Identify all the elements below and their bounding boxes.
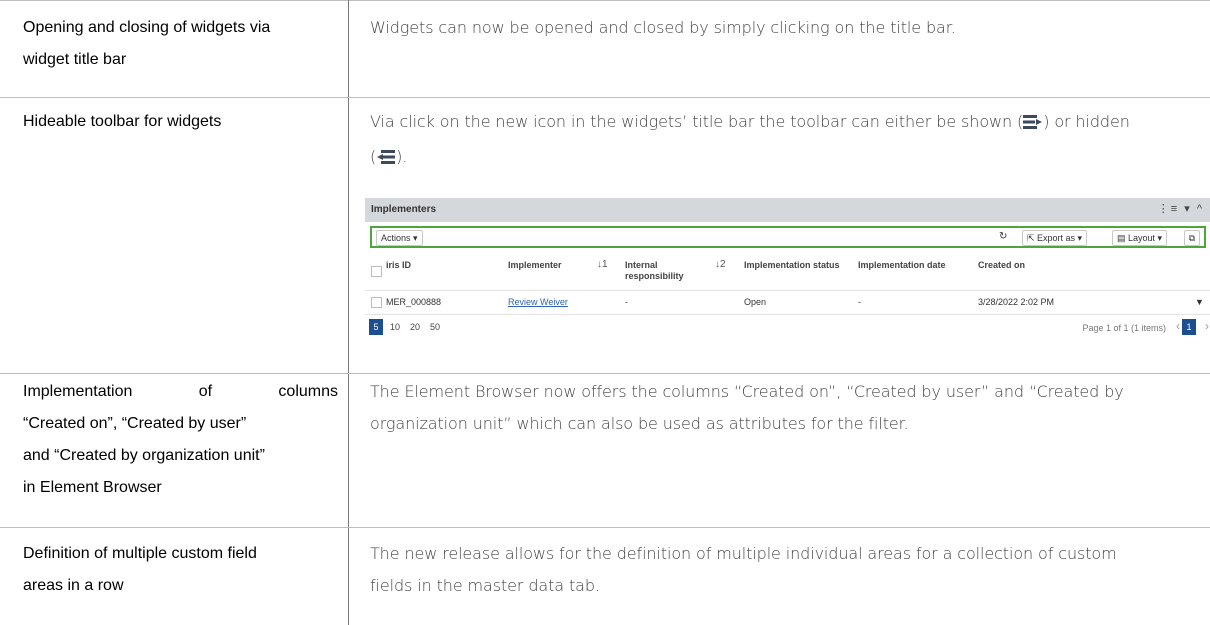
column-header[interactable]: Implementer — [508, 260, 562, 271]
column-header-line: responsibility — [625, 271, 684, 281]
page-size-option[interactable]: 20 — [410, 322, 420, 332]
prev-page-button[interactable]: ‹ — [1176, 319, 1180, 333]
cell-iris-id: MER_000888 — [386, 297, 442, 307]
feature-name-line: Opening and closing of widgets via — [23, 19, 271, 36]
actions-dropdown[interactable]: Actions ▾ — [376, 230, 423, 246]
description-text: Via click on the new icon in the widgets… — [370, 112, 1024, 131]
feature-name-line: in Element Browser — [23, 479, 162, 496]
current-page-button[interactable]: 1 — [1182, 319, 1196, 335]
feature-description: Widgets can now be opened and closed by … — [370, 12, 1205, 44]
feature-name-line: widget title bar — [23, 51, 127, 68]
feature-name: Opening and closing of widgets via widge… — [23, 12, 338, 76]
toolbar-hide-icon — [376, 144, 396, 176]
copy-icon[interactable]: ⧉ — [1184, 230, 1200, 246]
description-text: ). — [396, 147, 408, 166]
row-checkbox[interactable] — [371, 297, 382, 308]
feature-name-word: columns — [278, 383, 338, 400]
feature-name: Implementation of columns “Created on”, … — [23, 376, 338, 504]
sort-marker: ↓2 — [715, 259, 726, 270]
feature-name-line: Definition of multiple custom field — [23, 545, 257, 562]
page-size-option[interactable]: 5 — [369, 319, 383, 335]
column-header[interactable]: Internal responsibility — [625, 260, 684, 282]
widget-title-icons[interactable]: ⋮≡ ▾ ^ — [1158, 202, 1204, 215]
description-line: Widgets can now be opened and closed by … — [370, 18, 956, 37]
description-text: ) or hidden — [1043, 112, 1130, 131]
page-size-option[interactable]: 10 — [390, 322, 400, 332]
row-menu-icon[interactable]: ▼ — [1195, 297, 1204, 307]
feature-name: Hideable toolbar for widgets — [23, 106, 338, 138]
select-all-checkbox[interactable] — [371, 266, 382, 277]
cell-created-on: 3/28/2022 2:02 PM — [978, 297, 1055, 307]
table-row[interactable]: MER_000888 Review Weiver - Open - 3/28/2… — [365, 291, 1210, 315]
feature-description: The new release allows for the definitio… — [370, 538, 1205, 602]
description-line: organization unit” which can also be use… — [370, 414, 909, 433]
column-header[interactable]: iris ID — [386, 260, 411, 271]
widget-title-bar[interactable]: Implementers ⋮≡ ▾ ^ — [365, 198, 1210, 222]
feature-name-line: “Created on”, “Created by user” — [23, 415, 247, 432]
next-page-button[interactable]: › — [1205, 319, 1209, 333]
column-header-line: Internal — [625, 260, 658, 270]
page-info: Page 1 of 1 (1 items) — [1082, 323, 1166, 333]
cell-status: Open — [744, 297, 767, 307]
widget-toolbar: Actions ▾ ↻ ⇱ Export as ▾ ▤ Layout ▾ ⧉ — [370, 226, 1206, 248]
cell-date: - — [858, 297, 861, 307]
toolbar-show-icon — [1023, 109, 1043, 141]
description-line: (). — [370, 141, 1205, 176]
feature-name-word: of — [198, 383, 213, 400]
feature-name-line: Implementation of columns — [23, 376, 338, 408]
page-size-option[interactable]: 50 — [430, 322, 440, 332]
implementers-widget: Implementers ⋮≡ ▾ ^ Actions ▾ ↻ ⇱ Export… — [365, 198, 1210, 363]
feature-description: The Element Browser now offers the colum… — [370, 376, 1205, 440]
grid-header: iris ID Implementer ↓1 Internal responsi… — [365, 254, 1210, 291]
description-line: Via click on the new icon in the widgets… — [370, 106, 1205, 141]
feature-name: Definition of multiple custom field area… — [23, 538, 338, 602]
feature-name-word: Implementation — [23, 383, 133, 400]
feature-description: Via click on the new icon in the widgets… — [370, 106, 1205, 176]
layout-button[interactable]: ▤ Layout ▾ — [1112, 230, 1168, 246]
refresh-icon[interactable]: ↻ — [999, 231, 1007, 242]
feature-name-line: Hideable toolbar for widgets — [23, 113, 222, 130]
column-header[interactable]: Implementation date — [858, 260, 946, 271]
widget-title: Implementers — [371, 204, 437, 215]
description-line: fields in the master data tab. — [370, 576, 600, 595]
description-line: The Element Browser now offers the colum… — [370, 382, 1124, 401]
export-as-button[interactable]: ⇱ Export as ▾ — [1022, 230, 1088, 246]
pager: 5 10 20 50 Page 1 of 1 (1 items) ‹ 1 › — [365, 316, 1210, 340]
feature-name-line: and “Created by organization unit” — [23, 447, 265, 464]
description-line: The new release allows for the definitio… — [370, 544, 1117, 563]
cell-internal: - — [625, 297, 628, 307]
implementer-link[interactable]: Review Weiver — [508, 297, 568, 307]
column-header[interactable]: Implementation status — [744, 260, 840, 271]
feature-name-line: areas in a row — [23, 577, 124, 594]
column-header[interactable]: Created on — [978, 260, 1025, 271]
sort-marker: ↓1 — [597, 259, 608, 270]
